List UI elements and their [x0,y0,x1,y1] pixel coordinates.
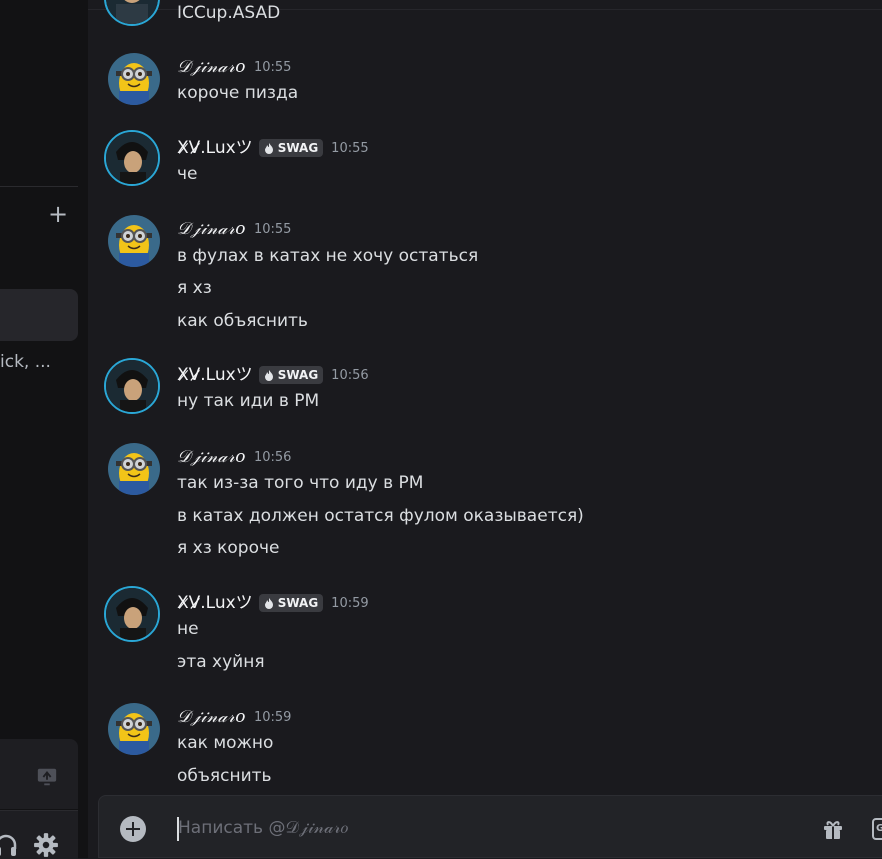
message-text: объяснить [177,766,272,786]
message-text: короче пизда [177,83,299,103]
message-header: X̷V̷̷̷.Luxツ SWAG 10:55 [177,136,369,160]
message-header: X̷V̷̷̷.Luxツ SWAG 10:56 [177,363,369,387]
create-dm-button[interactable]: + [46,200,70,228]
username[interactable]: 𝒟𝒿𝒾𝓃𝒶𝓇𝑜 [177,55,246,79]
flame-icon [264,143,273,154]
gif-icon[interactable]: G [872,818,882,840]
timestamp: 10:55 [253,221,292,237]
guild-tag-label: SWAG [277,596,319,610]
timestamp: 10:55 [253,59,292,75]
guild-tag[interactable]: SWAG [258,366,324,384]
timestamp: 10:56 [253,449,292,465]
message-text: я хз короче [177,538,280,558]
message-text: ну так иди в РМ [177,391,320,411]
flame-icon [264,598,273,609]
avatar[interactable] [104,358,160,414]
username[interactable]: 𝒟𝒿𝒾𝓃𝒶𝓇𝑜 [177,445,246,469]
avatar[interactable] [104,586,160,642]
flame-icon [264,370,273,381]
message-text: так из-за того что иду в РМ [177,473,424,493]
username[interactable]: X̷V̷̷̷.Luxツ [177,136,253,160]
message-header: 𝒟𝒿𝒾𝓃𝒶𝓇𝑜 10:56 [177,445,291,469]
gift-icon[interactable] [821,817,845,841]
message-header: X̷V̷̷̷.Luxツ SWAG 10:59 [177,591,369,615]
avatar[interactable] [108,215,160,267]
avatar[interactable] [104,130,160,186]
message-text: как объяснить [177,311,308,331]
message-header: 𝒟𝒿𝒾𝓃𝒶𝓇𝑜 10:59 [177,705,291,729]
sidebar-divider [0,186,78,187]
timestamp: 10:56 [331,367,369,383]
message-text: как можно [177,733,274,753]
guild-tag[interactable]: SWAG [258,139,324,157]
avatar[interactable] [108,53,160,105]
gear-icon[interactable] [33,832,59,858]
username[interactable]: 𝒟𝒿𝒾𝓃𝒶𝓇𝑜 [177,217,246,241]
plus-circle-icon[interactable] [120,816,146,842]
sidebar-dm-snippet[interactable]: ick, ... [0,350,78,374]
message-header: 𝒟𝒿𝒾𝓃𝒶𝓇𝑜 10:55 [177,217,291,241]
message-text: че [177,164,198,184]
headphones-icon[interactable] [0,832,18,858]
avatar[interactable] [104,0,160,26]
screen-share-icon[interactable] [36,766,58,788]
sidebar [0,0,88,858]
message-input[interactable] [178,813,778,843]
timestamp: 10:59 [253,709,292,725]
username[interactable]: X̷V̷̷̷.Luxツ [177,591,253,615]
message-text: эта хуйня [177,652,265,672]
sidebar-item-active-dm[interactable] [0,289,78,341]
message-text: не [177,619,199,639]
guild-tag[interactable]: SWAG [258,594,324,612]
timestamp: 10:55 [331,140,369,156]
username[interactable]: X̷V̷̷̷.Luxツ [177,363,253,387]
message-text: в фулах в катах не хочу остаться [177,246,479,266]
message-text: в катах должен остатся фулом оказывается… [177,506,584,526]
message-header: 𝒟𝒿𝒾𝓃𝒶𝓇𝑜 10:55 [177,55,291,79]
message-text: ICCup.ASAD [177,3,281,23]
avatar[interactable] [108,703,160,755]
username[interactable]: 𝒟𝒿𝒾𝓃𝒶𝓇𝑜 [177,705,246,729]
guild-tag-label: SWAG [277,368,319,382]
guild-tag-label: SWAG [277,141,319,155]
timestamp: 10:59 [331,595,369,611]
message-text: я хз [177,278,212,298]
avatar[interactable] [108,443,160,495]
message-list[interactable]: ICCup.ASAD 𝒟𝒿𝒾𝓃𝒶𝓇𝑜 10:55 короче пизда X̷V… [88,0,882,795]
